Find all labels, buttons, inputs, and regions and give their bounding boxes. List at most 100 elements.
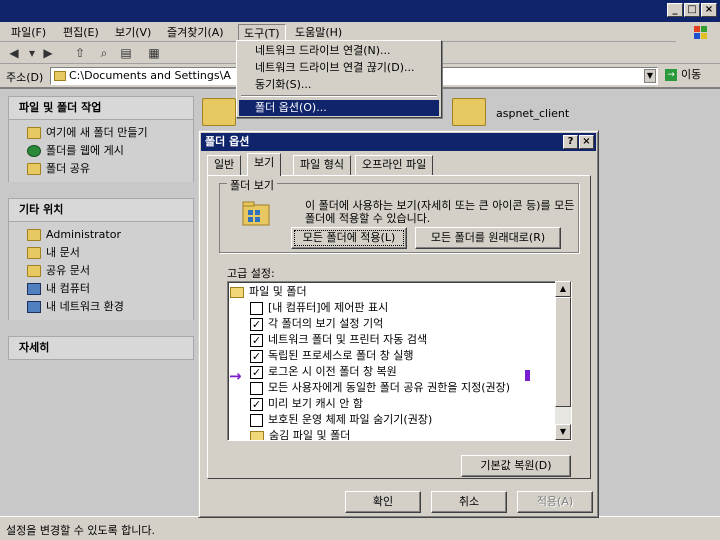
menu-favorites[interactable]: 즐겨찾기(A) [162, 24, 229, 41]
left-task-pane: 파일 및 폴더 작업 여기에 새 폴더 만들기 폴더를 웹에 게시 폴더 공유 … [8, 96, 194, 506]
advanced-setting-row[interactable]: ✓ 로그온 시 이전 폴더 창 복원 [250, 364, 397, 380]
tasks-panel: 여기에 새 폴더 만들기 폴더를 웹에 게시 폴더 공유 [8, 120, 194, 182]
scroll-up-icon[interactable]: ▲ [555, 281, 571, 297]
checkbox-checked-icon[interactable]: ✓ [250, 397, 263, 411]
forward-icon[interactable]: ▶ [40, 45, 56, 61]
views-icon[interactable]: ▦ [146, 45, 162, 61]
place-shared-documents[interactable]: 공유 문서 [27, 262, 193, 280]
task-new-folder[interactable]: 여기에 새 폴더 만들기 [27, 124, 193, 142]
checkbox-unchecked-icon[interactable] [250, 413, 263, 427]
documents-icon [27, 247, 41, 259]
advanced-setting-label: 독립된 프로세스로 폴더 창 실행 [268, 349, 414, 362]
ok-button[interactable]: 확인 [345, 491, 421, 513]
share-folder-icon [27, 163, 41, 175]
advanced-setting-row[interactable]: 모든 사용자에게 동일한 폴더 공유 권한을 지정(권장) [250, 380, 510, 396]
new-folder-icon [27, 127, 41, 139]
checkbox-checked-icon[interactable]: ✓ [250, 333, 263, 347]
globe-icon [27, 145, 41, 157]
back-dropdown-icon[interactable]: ▾ [24, 45, 40, 61]
reset-all-folders-button[interactable]: 모든 폴더를 원래대로(R) [415, 227, 561, 249]
advanced-setting-row[interactable]: 숨김 파일 및 폴더 [250, 428, 351, 441]
place-my-documents[interactable]: 내 문서 [27, 244, 193, 262]
advanced-setting-row[interactable]: 파일 및 폴더 [230, 284, 307, 300]
menu-synchronize[interactable]: 동기화(S)... [239, 77, 439, 93]
scroll-down-icon[interactable]: ▼ [555, 424, 571, 440]
place-network[interactable]: 내 네트워크 환경 [27, 298, 193, 316]
advanced-setting-row[interactable]: [내 컴퓨터]에 제어판 표시 [250, 300, 388, 316]
scroll-thumb[interactable] [555, 297, 571, 407]
folder-label[interactable]: aspnet_client [496, 107, 569, 120]
menu-help[interactable]: 도움말(H) [290, 24, 347, 41]
tools-dropdown-menu: 네트워크 드라이브 연결(N)... 네트워크 드라이브 연결 끊기(D)...… [236, 40, 442, 118]
computer-icon [27, 283, 41, 295]
close-button[interactable]: × [701, 3, 717, 17]
search-icon[interactable]: ⌕ [96, 45, 112, 61]
apply-button[interactable]: 적용(A) [517, 491, 593, 513]
menu-tools[interactable]: 도구(T) [238, 24, 286, 41]
folder-view-description: 이 폴더에 사용하는 보기(자세히 또는 큰 아이콘 등)를 모든 폴더에 적용… [305, 199, 575, 225]
menu-disconnect-network-drive[interactable]: 네트워크 드라이브 연결 끊기(D)... [239, 60, 439, 76]
highlight-arrow-icon: → [229, 367, 242, 385]
advanced-settings-list[interactable]: 파일 및 폴더 [내 컴퓨터]에 제어판 표시 ✓ 각 폴더의 보기 설정 기억 ✓ 네트… [227, 281, 572, 441]
network-icon [27, 301, 41, 313]
folder-icon[interactable] [202, 98, 236, 126]
advanced-setting-row[interactable]: 보호된 운영 체제 파일 숨기기(권장) [250, 412, 432, 428]
advanced-setting-row[interactable]: ✓ 각 폴더의 보기 설정 기억 [250, 316, 383, 332]
cancel-button[interactable]: 취소 [431, 491, 507, 513]
advanced-setting-label: 로그온 시 이전 폴더 창 복원 [268, 365, 397, 378]
minimize-button[interactable]: _ [667, 3, 683, 17]
status-text: 설정을 변경할 수 있도록 합니다. [6, 524, 156, 537]
advanced-setting-label: 각 폴더의 보기 설정 기억 [268, 317, 384, 330]
task-share-folder[interactable]: 폴더 공유 [27, 160, 193, 178]
windows-logo [676, 22, 720, 44]
menu-folder-options[interactable]: 폴더 옵션(O)... [239, 100, 439, 116]
advanced-setting-row[interactable]: ✓ 미리 보기 캐시 안 함 [250, 396, 363, 412]
status-bar: 설정을 변경할 수 있도록 합니다. [0, 516, 720, 540]
advanced-setting-row[interactable]: ✓ 독립된 프로세스로 폴더 창 실행 [250, 348, 414, 364]
folder-view-legend: 폴더 보기 [227, 177, 277, 193]
tab-view[interactable]: 보기 [247, 153, 282, 176]
address-dropdown-icon[interactable]: ▼ [644, 69, 656, 83]
tab-file-types[interactable]: 파일 형식 [293, 155, 351, 175]
advanced-setting-label: 숨김 파일 및 폴더 [269, 429, 351, 441]
checkbox-unchecked-icon[interactable] [250, 301, 263, 315]
back-icon[interactable]: ◀ [6, 45, 22, 61]
tab-general[interactable]: 일반 [207, 155, 242, 175]
advanced-setting-label: 보호된 운영 체제 파일 숨기기(권장) [268, 413, 433, 426]
place-my-computer[interactable]: 내 컴퓨터 [27, 280, 193, 298]
details-panel-title[interactable]: 자세히 [8, 336, 194, 360]
checkbox-checked-icon[interactable]: ✓ [250, 317, 263, 331]
tasks-panel-title[interactable]: 파일 및 폴더 작업 [8, 96, 194, 120]
places-panel-title[interactable]: 기타 위치 [8, 198, 194, 222]
folders-icon[interactable]: ▤ [118, 45, 134, 61]
advanced-setting-row[interactable]: ✓ 네트워크 폴더 및 프린터 자동 검색 [250, 332, 427, 348]
advanced-list-scrollbar[interactable]: ▲ ▼ [555, 281, 571, 440]
place-administrator[interactable]: Administrator [27, 226, 193, 244]
checkbox-checked-icon[interactable]: ✓ [250, 349, 263, 363]
dialog-title-bar: 폴더 옵션 ? × [201, 133, 596, 151]
places-panel: Administrator 내 문서 공유 문서 내 컴퓨터 내 네트워크 환경 [8, 222, 194, 320]
windows-flag-icon [694, 26, 707, 39]
help-button[interactable]: ? [563, 135, 578, 149]
go-button[interactable]: → 이동 [661, 67, 717, 85]
highlight-marker [525, 370, 530, 381]
menu-separator [241, 95, 437, 97]
explorer-title-bar: _ □ × [0, 0, 720, 22]
checkbox-unchecked-icon[interactable] [250, 381, 263, 395]
tab-offline-files[interactable]: 오프라인 파일 [355, 155, 434, 175]
apply-to-all-folders-button[interactable]: 모든 폴더에 적용(L) [291, 227, 407, 249]
task-publish-web[interactable]: 폴더를 웹에 게시 [27, 142, 193, 160]
menu-file[interactable]: 파일(F) [6, 24, 51, 41]
maximize-button[interactable]: □ [684, 3, 700, 17]
address-label: 주소(D) [6, 71, 44, 84]
folder-icon [27, 229, 41, 241]
menu-map-network-drive[interactable]: 네트워크 드라이브 연결(N)... [239, 43, 439, 59]
restore-defaults-button[interactable]: 기본값 복원(D) [461, 455, 571, 477]
advanced-settings-label: 고급 설정: [227, 267, 275, 280]
checkbox-checked-icon[interactable]: ✓ [250, 365, 263, 379]
dialog-close-button[interactable]: × [579, 135, 594, 149]
menu-view[interactable]: 보기(V) [110, 24, 156, 41]
folder-icon[interactable] [452, 98, 486, 126]
up-folder-icon[interactable]: ⇧ [72, 45, 88, 61]
menu-edit[interactable]: 편집(E) [58, 24, 104, 41]
